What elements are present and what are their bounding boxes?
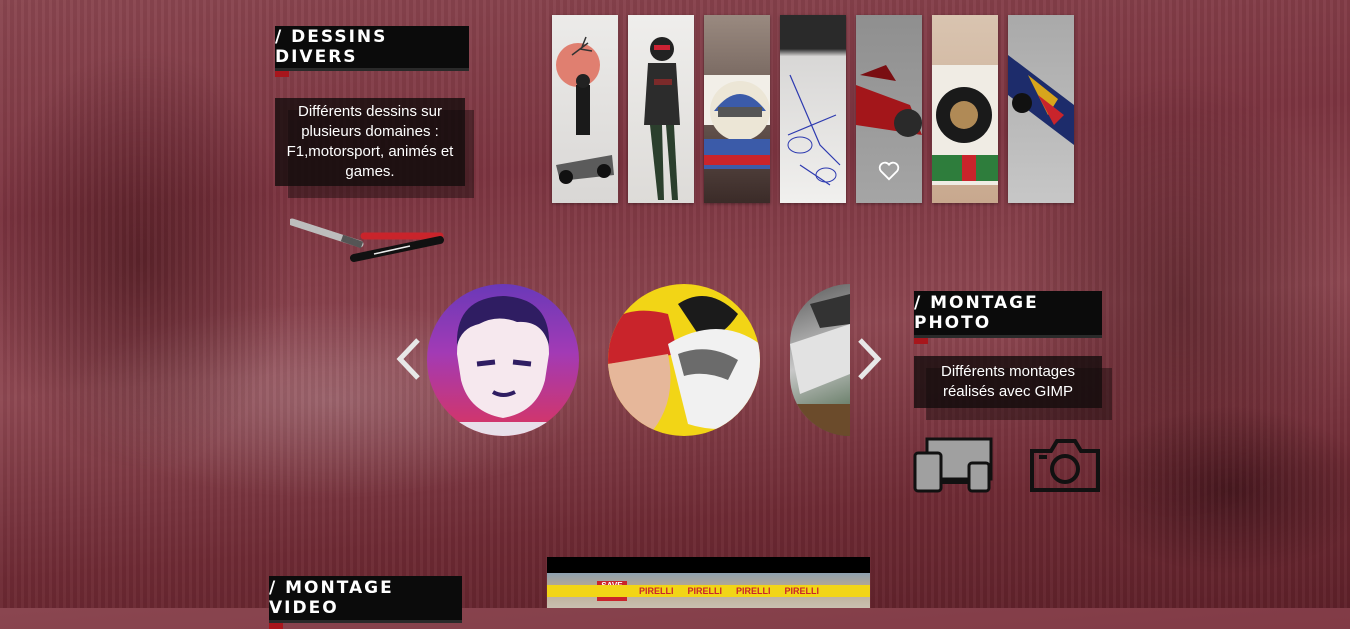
chevron-right-icon[interactable]	[856, 336, 884, 389]
pirelli-banner: PIRELLI PIRELLI PIRELLI PIRELLI	[547, 585, 870, 597]
camera-icon	[1030, 439, 1100, 492]
montage-photo-description: Différents montages réalisés avec GIMP	[941, 363, 1075, 400]
slider-image[interactable]	[608, 284, 760, 436]
banner-pirelli: PIRELLI	[784, 586, 820, 596]
gallery-item[interactable]	[780, 15, 846, 203]
dessins-heading: / DESSINS DIVERS	[275, 26, 469, 77]
montage-photo-title: / MONTAGE PHOTO	[914, 293, 1039, 333]
banner-pirelli: PIRELLI	[687, 586, 723, 596]
banner-pirelli: PIRELLI	[639, 586, 674, 596]
gallery-item[interactable]	[628, 15, 694, 203]
devices-icon	[913, 437, 993, 493]
gallery-item[interactable]	[1008, 15, 1074, 203]
pens-icon	[290, 218, 444, 262]
montage-photo-heading: / MONTAGE PHOTO	[914, 291, 1102, 344]
slider-image[interactable]	[427, 284, 579, 436]
montage-photo-description-box: Différents montages réalisés avec GIMP	[914, 356, 1102, 408]
gallery-item[interactable]	[856, 15, 922, 203]
video-frame: SAVE PIRELLI PIRELLI PIRELLI PIRELLI	[547, 573, 870, 608]
dessins-description-box: Différents dessins sur plusieurs domaine…	[275, 98, 465, 186]
banner-pirelli: PIRELLI	[736, 586, 771, 596]
video-player[interactable]: SAVE PIRELLI PIRELLI PIRELLI PIRELLI	[547, 557, 870, 608]
montage-video-heading: / MONTAGE VIDEO	[269, 576, 462, 629]
dessins-description: Différents dessins sur plusieurs domaine…	[286, 103, 454, 180]
gallery-item[interactable]	[932, 15, 998, 203]
chevron-left-icon[interactable]	[394, 336, 422, 389]
dessins-title: / DESSINS DIVERS	[275, 27, 388, 67]
montage-video-title: / MONTAGE VIDEO	[269, 578, 394, 618]
heart-icon[interactable]	[878, 161, 900, 181]
gallery-item[interactable]	[552, 15, 618, 203]
slider-image[interactable]	[790, 284, 850, 436]
gallery-item[interactable]	[704, 15, 770, 203]
